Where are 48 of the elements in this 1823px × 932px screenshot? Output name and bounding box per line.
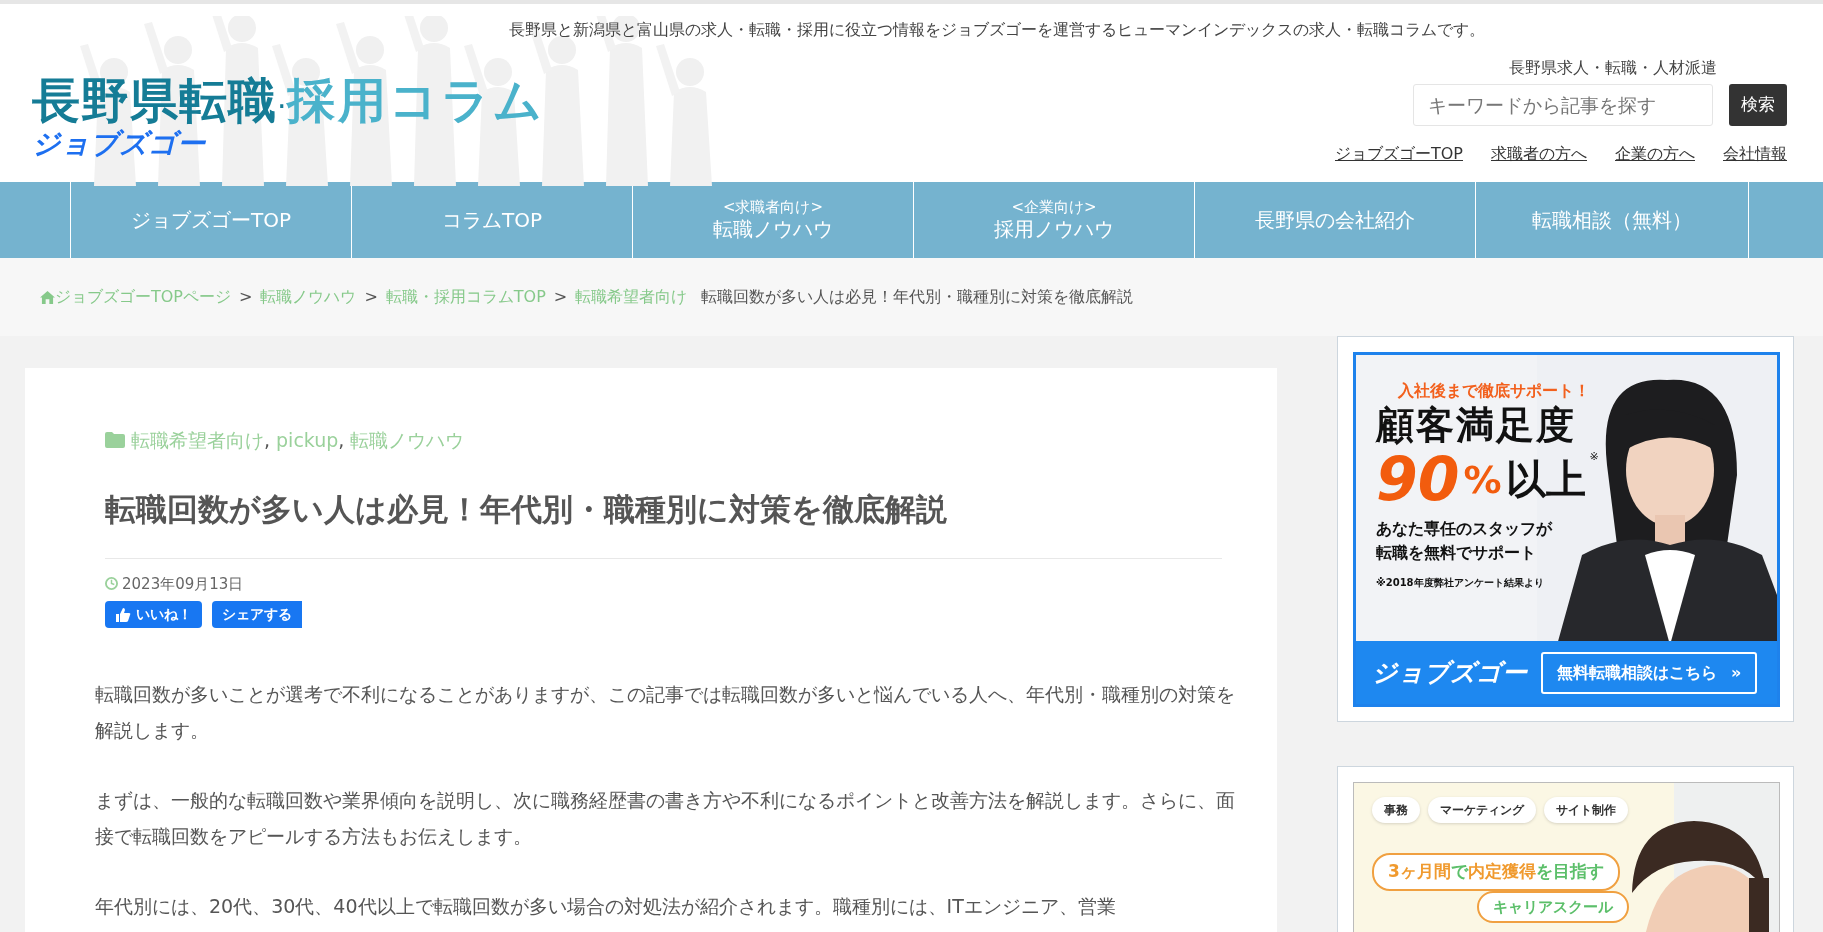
- banner-text: あなた専任のスタッフが: [1376, 517, 1554, 540]
- banner-suffix: 以上: [1505, 454, 1586, 504]
- breadcrumb-link[interactable]: 転職・採用コラムTOP: [385, 285, 546, 309]
- note-mark: ※: [1589, 448, 1599, 465]
- banner-tag: マーケティング: [1428, 797, 1536, 823]
- breadcrumb-link[interactable]: ジョブズゴーTOPページ: [55, 285, 231, 309]
- category-link[interactable]: 転職ノウハウ: [350, 426, 465, 455]
- brand-logo: ジョブズゴー: [1372, 656, 1527, 689]
- header-link[interactable]: 会社情報: [1723, 142, 1787, 166]
- banner-tag: 事務: [1372, 797, 1420, 823]
- banner-unit: %: [1463, 456, 1502, 504]
- breadcrumb-separator: >: [239, 286, 253, 308]
- banner-text: 転職を無料でサポート: [1376, 541, 1537, 564]
- banner-headline: 顧客満足度: [1376, 403, 1577, 449]
- like-button[interactable]: いいね！: [105, 601, 202, 629]
- breadcrumb-link[interactable]: 転職ノウハウ: [260, 285, 357, 309]
- ad-banner[interactable]: 事務 マーケティング サイト制作 3ヶ月間で内定獲得を目指す キャリアスクール: [1353, 782, 1780, 932]
- banner-headline: 3ヶ月間で内定獲得を目指す: [1372, 853, 1620, 891]
- breadcrumb-separator: >: [553, 286, 568, 308]
- header-link[interactable]: 求職者の方へ: [1491, 142, 1587, 166]
- header-link[interactable]: ジョブズゴーTOP: [1335, 142, 1463, 166]
- cta-button[interactable]: 無料転職相談はこちら »: [1541, 651, 1758, 694]
- article-title: 転職回数が多い人は必見！年代別・職種別に対策を徹底解説: [105, 490, 1222, 559]
- breadcrumb-separator: >: [364, 286, 378, 308]
- banner-subheadline: キャリアスクール: [1477, 890, 1629, 923]
- article-paragraph: 転職回数が多いことが選考で不利になることがありますが、この記事では転職回数が多いと悩んでいる人へ、年代別・職種別の対策を解説します。: [95, 682, 1236, 744]
- banner-footnote: ※2018年度弊社アンケート結果より: [1376, 575, 1545, 590]
- banner-tag: サイト制作: [1544, 797, 1628, 823]
- search-field[interactable]: キーワードから記事を探す: [1413, 84, 1713, 126]
- article-paragraph: 年代別には、20代、30代、40代以上で転職回数が多い場合の対処法が紹介されます。職種別には、ITエンジニア、営業: [95, 894, 1117, 920]
- site-logo[interactable]: 長野県転職·採用コラム: [32, 76, 545, 129]
- post-date: 2023年09月13日: [122, 573, 244, 595]
- brand-logo: ジョブズゴー: [32, 129, 205, 160]
- breadcrumb-link[interactable]: 転職希望者向け: [575, 285, 688, 309]
- banner-figure: 90: [1376, 448, 1460, 509]
- header-link[interactable]: 企業の方へ: [1615, 142, 1695, 166]
- category-separator: ,: [264, 428, 271, 453]
- site-tagline: 長野県と新潟県と富山県の求人・転職・採用に役立つ情報をジョブズゴーを運営するヒューマンインデックスの求人・転職コラムです。: [507, 19, 1486, 41]
- share-button[interactable]: シェアする: [212, 601, 302, 629]
- region-label: 長野県求人・転職・人材派遣: [1508, 57, 1717, 79]
- ad-banner[interactable]: 入社後まで徹底サポート！ 顧客満足度 90%以上※ あなた専任のスタッフが 転職を無料でサポート ※2018年度弊社アンケート結果より ジョブズゴー 無料転職相談はこちら »: [1353, 352, 1780, 707]
- category-link[interactable]: 転職希望者向け: [131, 426, 264, 455]
- article-paragraph: まずは、一般的な転職回数や業界傾向を説明し、次に職務経歴書の書き方や不利になるポイントと改善方法を解説します。さらに、面接で転職回数をアピールする方法もお伝えします。: [95, 788, 1236, 850]
- breadcrumb-current: 転職回数が多い人は必見！年代別・職種別に対策を徹底解説: [701, 286, 1134, 308]
- category-link[interactable]: pickup: [276, 426, 339, 455]
- search-button[interactable]: 検索: [1729, 84, 1787, 126]
- category-separator: ,: [338, 428, 345, 453]
- banner-kicker: 入社後まで徹底サポート！: [1397, 380, 1591, 402]
